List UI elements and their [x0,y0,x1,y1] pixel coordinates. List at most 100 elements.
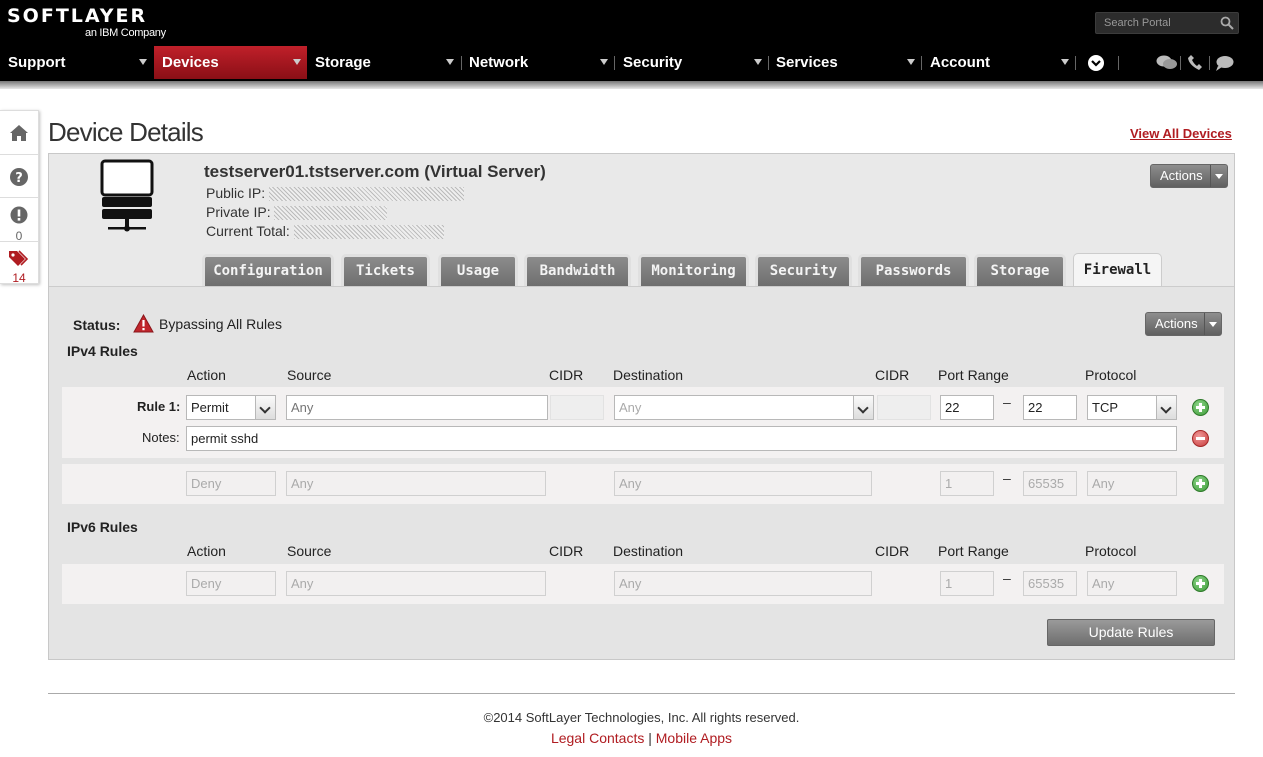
nav-network[interactable]: Network [461,46,614,79]
rule-1-destination-value: Any [619,400,642,415]
chevron-circle-icon[interactable] [1087,54,1105,72]
ipv6-default-protocol: Any [1087,571,1177,596]
status-label: Status: [73,317,121,333]
nav-account-label: Account [930,54,990,71]
ipv6-heading: IPv6 Rules [67,519,138,535]
rule-1-protocol-select[interactable]: TCP [1087,395,1177,420]
notes-label: Notes: [142,430,180,445]
nav-storage-label: Storage [315,54,371,71]
ipv6-default-port-from: 1 [940,571,994,596]
caret-down-icon [1061,59,1069,65]
search-icon[interactable] [1220,16,1234,30]
ipv4-default-rule: Deny Any Any 1 – 65535 Any [62,464,1224,504]
nav-security[interactable]: Security [615,46,768,79]
ipv6-default-source: Any [286,571,546,596]
alert-count: 0 [15,229,23,243]
ipv6-default-action: Deny [186,571,276,596]
rule-1-destination-select[interactable]: Any [614,395,874,420]
current-total-row: Current Total: [206,223,444,240]
firewall-actions-button[interactable]: Actions [1145,312,1222,336]
nav-services-label: Services [776,54,838,71]
nav-divider [1209,56,1210,70]
tab-passwords[interactable]: Passwords [858,254,969,286]
tab-firewall[interactable]: Firewall [1073,253,1162,286]
chevron-down-icon [255,396,275,419]
search-input[interactable] [1096,13,1214,33]
rule-1-protocol-value: TCP [1092,400,1118,415]
chevron-down-icon [853,396,873,419]
col-protocol: Protocol [1085,543,1137,559]
nav-divider [1118,56,1119,70]
tab-security[interactable]: Security [755,254,852,286]
nav-divider [1180,56,1181,70]
phone-icon[interactable] [1188,54,1202,70]
rule-1-port-to[interactable]: 22 [1023,395,1077,420]
rule-1-port-from[interactable]: 22 [940,395,994,420]
ipv4-default-port-from: 1 [940,471,994,496]
add-rule-icon[interactable] [1192,575,1209,592]
comment-icon[interactable] [1215,55,1234,71]
ipv4-rule-1: Rule 1: Permit Any 22 – 22 TCP Notes: pe… [62,387,1224,458]
rule-1-notes-input[interactable]: permit sshd [186,426,1177,451]
ipv4-default-source: Any [286,471,546,496]
footer-divider [48,693,1235,694]
footer-links: Legal Contacts | Mobile Apps [0,730,1263,746]
rule-1-action-select[interactable]: Permit [186,395,276,420]
rule-1-destination-cidr [877,395,931,420]
logo[interactable]: SOFTLAYER an IBM Company [7,5,166,39]
remove-rule-icon[interactable] [1192,430,1209,447]
update-rules-button[interactable]: Update Rules [1047,619,1215,646]
rail-alerts[interactable]: 0 [0,198,38,243]
caret-down-icon [600,59,608,65]
search-box [1095,12,1239,34]
page-title: Device Details [48,117,204,147]
logo-tagline: an IBM Company [85,27,166,39]
device-actions-label: Actions [1160,168,1203,183]
home-icon [10,125,28,141]
device-panel: testserver01.tstserver.com (Virtual Serv… [48,153,1235,660]
col-source-cidr: CIDR [549,367,584,383]
tab-configuration[interactable]: Configuration [202,254,334,286]
logo-wordmark: SOFTLAYER [7,5,148,27]
firewall-panel: Status: Bypassing All Rules Actions IPv4… [49,286,1234,659]
tab-bandwidth[interactable]: Bandwidth [524,254,631,286]
legal-contacts-link[interactable]: Legal Contacts [551,730,644,746]
caret-down-icon [139,59,147,65]
nav-devices[interactable]: Devices [154,46,307,79]
nav-services[interactable]: Services [768,46,921,79]
nav-storage[interactable]: Storage [307,46,460,79]
rail-help[interactable]: ? [0,155,38,198]
svg-text:?: ? [15,171,23,186]
main-nav: Support Devices Storage Network Security… [0,46,1263,79]
nav-support[interactable]: Support [0,46,153,79]
mobile-apps-link[interactable]: Mobile Apps [656,730,732,746]
footer-copyright: ©2014 SoftLayer Technologies, Inc. All r… [483,710,800,725]
rail-tags[interactable]: 14 [0,242,38,285]
view-all-devices-link[interactable]: View All Devices [1130,126,1232,141]
tag-count: 14 [12,271,26,285]
add-rule-icon[interactable] [1192,399,1209,416]
tab-tickets[interactable]: Tickets [341,254,430,286]
footer-link-separator: | [648,730,652,746]
ipv4-default-action: Deny [186,471,276,496]
chat-icon[interactable] [1156,55,1178,71]
tab-monitoring[interactable]: Monitoring [638,254,749,286]
rail-home[interactable] [0,111,38,155]
ipv6-default-rule: Deny Any Any 1 – 65535 Any [62,564,1224,604]
add-rule-icon[interactable] [1192,475,1209,492]
tab-storage[interactable]: Storage [974,254,1066,286]
rule-1-source-input[interactable] [286,395,548,420]
nav-account[interactable]: Account [922,46,1075,79]
left-rail: ? 0 14 [0,110,39,285]
private-ip-row: Private IP: [206,204,388,221]
tab-usage[interactable]: Usage [438,254,518,286]
private-ip-value-redacted [274,206,388,221]
device-name: testserver01.tstserver.com (Virtual Serv… [204,162,546,181]
device-actions-button[interactable]: Actions [1150,164,1228,188]
col-port-range: Port Range [938,543,1009,559]
ipv4-default-protocol: Any [1087,471,1177,496]
port-separator: – [1003,470,1011,486]
caret-down-icon [907,59,915,65]
col-source: Source [287,543,332,559]
nav-network-label: Network [469,54,529,71]
